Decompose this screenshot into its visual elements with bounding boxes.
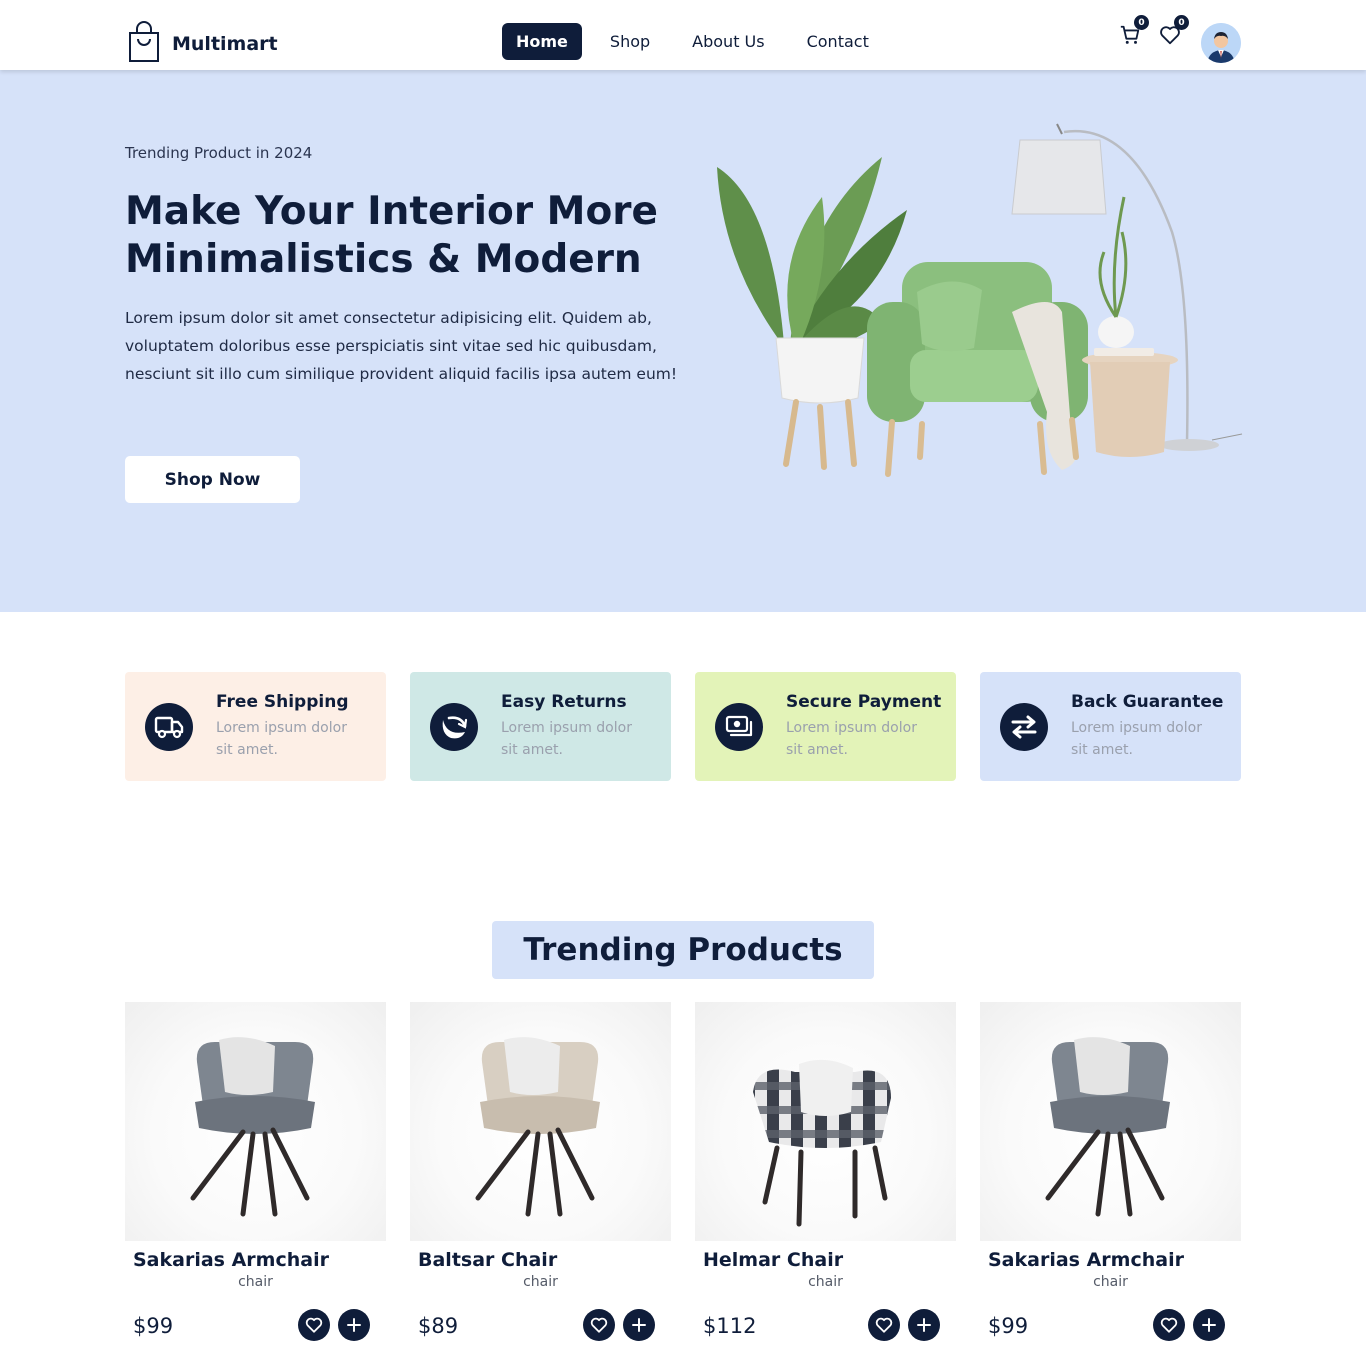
hero-title: Make Your Interior More Minimalistics & … <box>125 189 658 282</box>
product-image[interactable] <box>980 1002 1241 1241</box>
product-card[interactable]: Sakarias Armchair chair $99 <box>980 1002 1241 1363</box>
brand-logo[interactable]: Multimart <box>126 21 278 67</box>
add-to-cart-button[interactable] <box>1193 1309 1225 1341</box>
product-grid: Sakarias Armchair chair $99 Baltsar Chai… <box>125 1002 1241 1363</box>
product-price: $112 <box>703 1314 757 1338</box>
add-to-wishlist-button[interactable] <box>1153 1309 1185 1341</box>
product-actions <box>868 1309 940 1341</box>
product-category: chair <box>808 1274 843 1290</box>
service-card-free-shipping: Free Shipping Lorem ipsum dolor sit amet… <box>125 672 386 781</box>
product-image[interactable] <box>695 1002 956 1241</box>
product-name[interactable]: Sakarias Armchair <box>133 1249 329 1271</box>
trending-section-title: Trending Products <box>492 921 874 979</box>
product-actions <box>298 1309 370 1341</box>
product-actions <box>1153 1309 1225 1341</box>
heart-icon <box>1160 1317 1178 1333</box>
product-card[interactable]: Baltsar Chair chair $89 <box>410 1002 671 1363</box>
product-category: chair <box>523 1274 558 1290</box>
service-text: Lorem ipsum dolor sit amet. <box>786 720 917 758</box>
add-to-wishlist-button[interactable] <box>583 1309 615 1341</box>
hero-eyebrow: Trending Product in 2024 <box>125 144 313 162</box>
product-actions <box>583 1309 655 1341</box>
product-image[interactable] <box>410 1002 671 1241</box>
cart-button[interactable]: 0 <box>1117 15 1149 48</box>
service-card-back-guarantee: Back Guarantee Lorem ipsum dolor sit ame… <box>980 672 1241 781</box>
shop-now-button[interactable]: Shop Now <box>125 456 300 503</box>
money-icon <box>715 703 763 751</box>
service-title: Secure Payment <box>786 692 942 712</box>
plus-icon <box>632 1318 646 1332</box>
service-card-secure-payment: Secure Payment Lorem ipsum dolor sit ame… <box>695 672 956 781</box>
return-arrow-icon <box>430 703 478 751</box>
product-name[interactable]: Helmar Chair <box>703 1249 843 1271</box>
cart-count-badge: 0 <box>1134 15 1149 30</box>
product-category: chair <box>1093 1274 1128 1290</box>
product-price: $99 <box>133 1314 174 1338</box>
service-text: Lorem ipsum dolor sit amet. <box>216 720 347 758</box>
product-price: $99 <box>988 1314 1029 1338</box>
nav-icon-group: 0 0 <box>1117 15 1197 48</box>
plus-icon <box>1202 1318 1216 1332</box>
user-avatar[interactable] <box>1201 23 1241 63</box>
truck-icon <box>145 703 193 751</box>
add-to-wishlist-button[interactable] <box>298 1309 330 1341</box>
product-price: $89 <box>418 1314 459 1338</box>
nav-shop[interactable]: Shop <box>596 23 664 60</box>
product-name[interactable]: Baltsar Chair <box>418 1249 557 1271</box>
add-to-cart-button[interactable] <box>338 1309 370 1341</box>
product-image[interactable] <box>125 1002 386 1241</box>
service-title: Easy Returns <box>501 692 627 712</box>
plus-icon <box>917 1318 931 1332</box>
service-card-easy-returns: Easy Returns Lorem ipsum dolor sit amet. <box>410 672 671 781</box>
nav-about-us[interactable]: About Us <box>678 23 778 60</box>
service-text: Lorem ipsum dolor sit amet. <box>501 720 632 758</box>
hero-description: Lorem ipsum dolor sit amet consectetur a… <box>125 309 678 383</box>
add-to-wishlist-button[interactable] <box>868 1309 900 1341</box>
service-title: Back Guarantee <box>1071 692 1224 712</box>
hero-furniture-image <box>712 112 1244 482</box>
product-card[interactable]: Sakarias Armchair chair $99 <box>125 1002 386 1363</box>
product-category: chair <box>238 1274 273 1290</box>
service-title: Free Shipping <box>216 692 349 712</box>
exchange-icon <box>1000 703 1048 751</box>
nav-contact[interactable]: Contact <box>793 23 883 60</box>
heart-icon <box>875 1317 893 1333</box>
heart-icon <box>305 1317 323 1333</box>
service-text: Lorem ipsum dolor sit amet. <box>1071 720 1202 758</box>
add-to-cart-button[interactable] <box>623 1309 655 1341</box>
add-to-cart-button[interactable] <box>908 1309 940 1341</box>
plus-icon <box>347 1318 361 1332</box>
heart-icon <box>590 1317 608 1333</box>
wishlist-button[interactable]: 0 <box>1157 15 1189 48</box>
services-row: Free Shipping Lorem ipsum dolor sit amet… <box>125 672 1241 781</box>
wishlist-count-badge: 0 <box>1174 15 1189 30</box>
hero-section: Trending Product in 2024 Make Your Inter… <box>0 70 1366 612</box>
shopping-bag-icon <box>126 21 162 67</box>
product-card[interactable]: Helmar Chair chair $112 <box>695 1002 956 1363</box>
product-name[interactable]: Sakarias Armchair <box>988 1249 1184 1271</box>
brand-name: Multimart <box>172 33 278 55</box>
nav-home[interactable]: Home <box>502 23 582 60</box>
navbar: Multimart Home Shop About Us Contact 0 0 <box>0 0 1366 70</box>
main-nav: Home Shop About Us Contact <box>502 23 897 60</box>
